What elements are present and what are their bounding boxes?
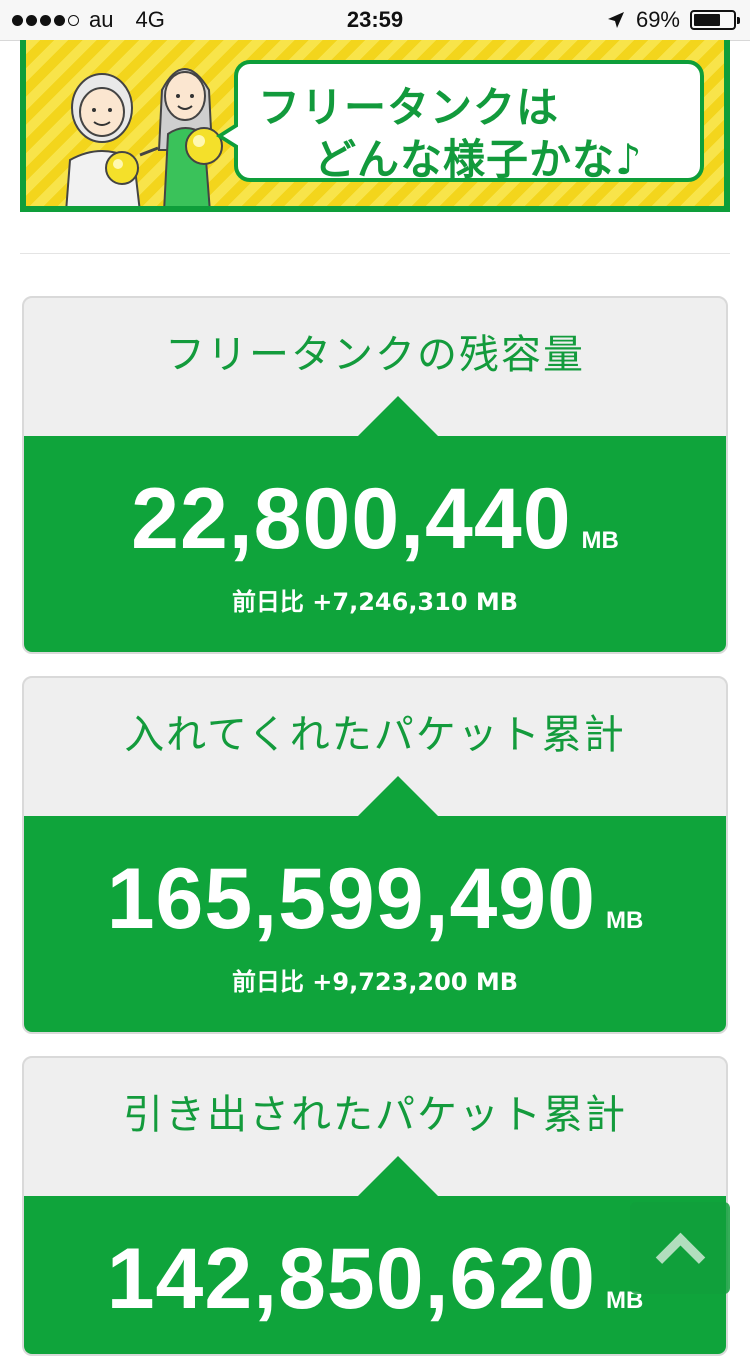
stat-value: 142,850,620 bbox=[106, 1231, 596, 1327]
scroll-to-top-button[interactable] bbox=[630, 1202, 730, 1294]
stat-value: 165,599,490 bbox=[106, 851, 596, 947]
banner-speech-bubble: フリータンクは どんな様子かな♪ bbox=[216, 60, 704, 184]
location-arrow-icon bbox=[607, 12, 624, 28]
stat-card-body: 142,850,620 MB bbox=[24, 1196, 726, 1354]
stat-card-body: 165,599,490 MB 前日比 +9,723,200 MB bbox=[24, 816, 726, 1032]
banner-headline-line2: どんな様子かな♪ bbox=[314, 135, 643, 184]
pointer-arrow bbox=[358, 776, 438, 816]
stat-card-deposited: 入れてくれたパケット累計 165,599,490 MB 前日比 +9,723,20… bbox=[22, 676, 728, 1034]
stat-card-header: フリータンクの残容量 bbox=[24, 298, 726, 436]
stat-card-withdrawn: 引き出されたパケット累計 142,850,620 MB bbox=[22, 1056, 728, 1356]
stat-daily-change: 前日比 +9,723,200 MB bbox=[231, 968, 519, 996]
stat-card-title: フリータンクの残容量 bbox=[165, 332, 585, 378]
stat-value-row: 22,800,440 MB bbox=[24, 470, 726, 569]
battery-percent: 69% bbox=[635, 7, 680, 32]
stat-value-row: 165,599,490 MB bbox=[24, 850, 726, 949]
status-bar: au 4G 23:59 69% bbox=[0, 0, 750, 41]
battery-icon bbox=[690, 10, 740, 30]
stat-card-title: 入れてくれたパケット累計 bbox=[124, 712, 626, 758]
stat-unit: MB bbox=[581, 527, 619, 554]
stat-card-title: 引き出されたパケット累計 bbox=[123, 1092, 627, 1138]
stat-card-header: 引き出されたパケット累計 bbox=[24, 1058, 726, 1196]
stat-value-row: 142,850,620 MB bbox=[24, 1230, 726, 1329]
pointer-arrow bbox=[358, 1156, 438, 1196]
pointer-arrow bbox=[358, 396, 438, 436]
stat-unit: MB bbox=[605, 907, 644, 934]
chevron-up-icon bbox=[655, 1232, 706, 1283]
family-illustration-icon bbox=[65, 68, 223, 206]
stat-card-header: 入れてくれたパケット累計 bbox=[24, 678, 726, 816]
stat-card-remaining: フリータンクの残容量 22,800,440 MB 前日比 +7,246,310 M… bbox=[22, 296, 728, 654]
stat-daily-change: 前日比 +7,246,310 MB bbox=[231, 588, 519, 616]
status-right: 69% bbox=[606, 7, 740, 33]
divider bbox=[20, 253, 730, 254]
stat-value: 22,800,440 bbox=[131, 471, 572, 567]
free-tank-banner[interactable]: フリータンクは どんな様子かな♪ bbox=[20, 40, 730, 212]
stat-card-body: 22,800,440 MB 前日比 +7,246,310 MB bbox=[24, 436, 726, 652]
